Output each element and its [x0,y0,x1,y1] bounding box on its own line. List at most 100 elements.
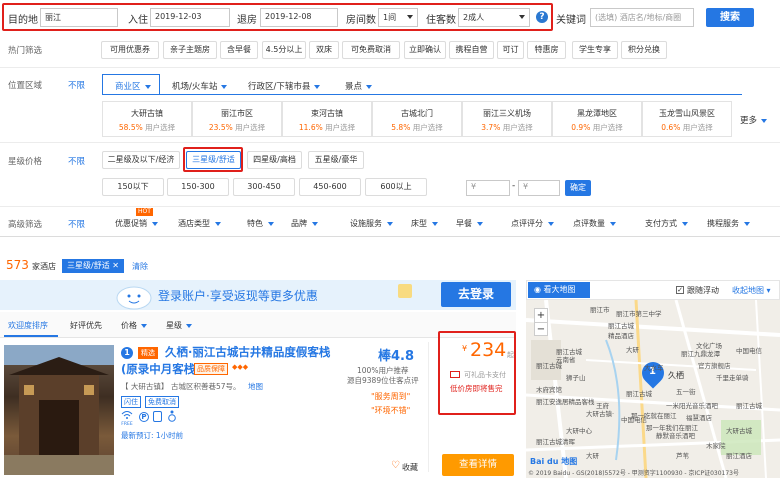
collapse-map-link[interactable]: 收起地图 ▾ [732,285,771,296]
applied-filter-tag[interactable]: 三星级/舒适 ✕ [62,259,124,273]
checkin-input[interactable]: 2019-12-03 [150,8,230,27]
chevron-down-icon [141,323,147,328]
hot-filter-chip[interactable]: 4.5分以上 [262,41,306,59]
location-cell[interactable]: 丽江市区 23.5% 用户选择 [192,101,282,137]
sort-tab[interactable]: 价格 [121,320,147,331]
hot-filter-chip[interactable]: 可订 [497,41,524,59]
location-tab[interactable]: 商业区 [115,80,151,92]
location-cell[interactable]: 束河古镇 11.6% 用户选择 [282,101,372,137]
location-pct-suffix: 用户选择 [145,123,176,132]
more-button[interactable]: 更多 [740,114,768,126]
keyword-input[interactable]: (选填) 酒店名/地标/商圈 [590,8,694,27]
hotel-image[interactable] [4,345,114,475]
heart-icon[interactable]: ♡ [391,460,400,471]
price-range-chip[interactable]: 600以上 [365,178,427,196]
gift-card-icon [450,371,460,378]
advanced-filter-label: 酒店类型 [178,219,210,228]
hot-filter-chip[interactable]: 含早餐 [220,41,258,59]
hot-filter-chip[interactable]: 双床 [309,41,339,59]
checkout-input[interactable]: 2019-12-08 [260,8,338,27]
location-any[interactable]: 不限 [68,79,85,91]
big-map-button[interactable]: ◉ 看大地图 [528,282,590,298]
guests-select[interactable]: 2成人 [458,8,530,27]
advanced-filter[interactable]: 特色 [247,218,274,229]
price-range-chip[interactable]: 300-450 [233,178,295,196]
hotel-score[interactable]: 棒4.8 [378,345,414,364]
hotel-name-alt[interactable]: (原录中月客栈) [121,361,201,377]
hotel-address: 古城区积善巷57号。 [171,382,241,391]
location-cell[interactable]: 玉龙雪山风景区 0.6% 用户选择 [642,101,732,137]
hot-badge: HOT [136,208,153,216]
clear-filters-link[interactable]: 清除 [132,261,148,272]
advanced-filter[interactable]: 点评数量 [573,218,616,229]
favorite-link[interactable]: 收藏 [402,462,418,473]
hotel-name[interactable]: 久栖·丽江古城古井精品度假客栈 [165,344,330,360]
advanced-filter[interactable]: 设施服务 [350,218,393,229]
location-tab[interactable]: 机场/火车站 [172,80,228,92]
hot-filter-chip[interactable]: 积分兑换 [621,41,667,59]
star-any[interactable]: 不限 [68,155,85,167]
hot-filter-chip[interactable]: 学生专享 [572,41,618,59]
chevron-down-icon [144,84,151,89]
star-level-chip[interactable]: 二星级及以下/经济 [102,151,180,169]
advanced-any[interactable]: 不限 [68,218,85,230]
location-tab-label: 商业区 [115,82,141,92]
close-icon[interactable]: ✕ [112,261,119,270]
zoom-out-icon[interactable]: − [535,322,547,336]
location-cell[interactable]: 黑龙潭地区 0.9% 用户选择 [552,101,642,137]
price-confirm-button[interactable]: 确定 [565,180,591,196]
hot-filter-chip[interactable]: 立即确认 [404,41,446,59]
zoom-in-icon[interactable]: + [535,309,547,322]
search-button[interactable]: 搜索 [706,8,754,27]
review-count[interactable]: 源自9389位住客点评 [347,375,419,386]
result-count-suffix: 家酒店 [32,262,56,271]
hot-filter-chip[interactable]: 可免费取消 [342,41,400,59]
result-count: 573 [6,258,29,272]
chevron-down-icon [432,221,438,226]
gift-card-text: 可礼品卡支付 [464,371,506,379]
help-icon[interactable]: ? [536,11,548,23]
zoom-control[interactable]: + − [534,308,548,336]
star-highlight-box [183,147,243,172]
login-button[interactable]: 去登录 [441,282,511,307]
hot-filter-chip[interactable]: 亲子主题房 [163,41,217,59]
advanced-filter[interactable]: 携程服务 [707,218,750,229]
hot-filter-chip[interactable]: 特惠房 [527,41,566,59]
hot-filter-chip[interactable]: 携程自营 [449,41,494,59]
advanced-filter[interactable]: 支付方式 [645,218,688,229]
advanced-filter[interactable]: 优惠促销 [115,218,158,229]
rooms-select[interactable]: 1间 [378,8,418,27]
location-cell[interactable]: 古城北门 5.8% 用户选择 [372,101,462,137]
location-cell[interactable]: 丽江三义机场 3.7% 用户选择 [462,101,552,137]
location-tab[interactable]: 行政区/下辖市县 [248,80,321,92]
price-to-input[interactable]: ¥ [518,180,560,196]
advanced-filter[interactable]: 床型 [411,218,438,229]
cloud-mascot-icon [114,280,154,310]
price-range-chip[interactable]: 150-300 [167,178,229,196]
advanced-filter-label: 携程服务 [707,219,739,228]
follow-checkbox[interactable]: ✓ [676,286,684,294]
advanced-filter[interactable]: 点评评分 [511,218,554,229]
price-from-input[interactable]: ¥ [466,180,510,196]
view-details-button[interactable]: 查看详情 [442,454,514,476]
sort-tab[interactable]: 星级 [166,320,192,331]
advanced-filter[interactable]: 酒店类型 [178,218,221,229]
chevron-down-icon [314,84,321,89]
star-level-chip[interactable]: 四星级/高档 [247,151,302,169]
sort-tab[interactable]: 欢迎度排序 [8,320,48,331]
hot-filter-chip[interactable]: 可用优惠券 [101,41,159,59]
advanced-filter-label: 支付方式 [645,219,677,228]
advanced-filter[interactable]: 品牌 [291,218,318,229]
location-cell[interactable]: 大研古镇 58.5% 用户选择 [102,101,192,137]
price-range-chip[interactable]: 150以下 [102,178,164,196]
advanced-filter[interactable]: 早餐 [456,218,483,229]
checkout-label: 退房 [237,15,257,26]
map-place-label: 五一街 [676,388,696,396]
location-tab[interactable]: 景点 [345,80,373,92]
map-link[interactable]: 地图 [248,381,263,392]
destination-input[interactable]: 丽江 [40,8,118,27]
sort-tab[interactable]: 好评优先 [70,320,102,331]
star-level-chip[interactable]: 五星级/豪华 [308,151,364,169]
price-range-chip[interactable]: 450-600 [299,178,361,196]
map-canvas[interactable]: + − 1 久栖 丽江市 文化广场 丽江市第三中学 丽江古城 精品酒店 丽江古城 官方旗舰店大… [526,300,780,478]
